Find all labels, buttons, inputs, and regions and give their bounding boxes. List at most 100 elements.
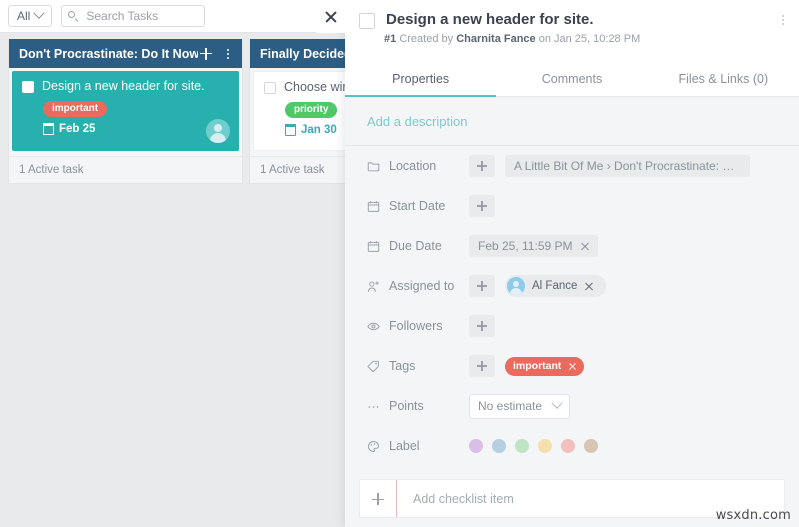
property-row-location: Location A Little Bit Of Me › Don't Proc… bbox=[345, 146, 799, 186]
label-swatch-red[interactable] bbox=[561, 439, 575, 453]
ellipsis-icon bbox=[367, 400, 380, 413]
person-add-icon bbox=[367, 280, 380, 293]
property-label-text: Followers bbox=[389, 319, 443, 333]
task-due-date: Feb 25 bbox=[42, 123, 229, 135]
task-tag-badge: priority bbox=[285, 102, 338, 118]
label-swatch-blue[interactable] bbox=[492, 439, 506, 453]
remove-tag-icon[interactable] bbox=[568, 362, 576, 370]
property-label: Start Date bbox=[367, 199, 469, 213]
label-icon bbox=[367, 440, 380, 453]
search-icon bbox=[68, 10, 79, 22]
property-label-text: Location bbox=[389, 159, 437, 173]
eye-icon bbox=[367, 320, 380, 333]
calendar-icon bbox=[284, 124, 297, 136]
property-label: Location bbox=[367, 159, 469, 173]
close-icon bbox=[324, 10, 337, 23]
close-panel-button[interactable] bbox=[316, 0, 345, 33]
assignee-name: Al Fance bbox=[532, 280, 578, 292]
detail-tabs: Properties Comments Files & Links (0) bbox=[345, 62, 799, 97]
property-label: Label bbox=[367, 439, 469, 453]
task-created-on: on Jan 25, 10:28 PM bbox=[538, 33, 641, 45]
filter-dropdown[interactable]: All bbox=[8, 5, 53, 27]
tab-files-links[interactable]: Files & Links (0) bbox=[648, 62, 799, 97]
kebab-menu-icon[interactable] bbox=[222, 47, 234, 61]
property-label: Assigned to bbox=[367, 279, 469, 293]
task-due-date-label: Jan 30 bbox=[301, 124, 337, 136]
property-row-label: Label bbox=[345, 426, 799, 466]
calendar-icon bbox=[367, 200, 380, 213]
tab-comments[interactable]: Comments bbox=[496, 62, 647, 97]
plus-icon[interactable] bbox=[360, 480, 396, 517]
property-label-text: Tags bbox=[389, 359, 416, 373]
kebab-menu-icon[interactable] bbox=[777, 13, 789, 27]
search-input[interactable] bbox=[84, 8, 199, 24]
task-tag-badge: important bbox=[43, 101, 108, 117]
plus-icon[interactable] bbox=[198, 46, 214, 62]
assignee-chip[interactable]: Al Fance bbox=[505, 275, 607, 297]
property-label: Points bbox=[367, 399, 469, 413]
page-title: Design a new header for site. bbox=[386, 11, 594, 28]
add-location-button[interactable] bbox=[469, 155, 495, 177]
filter-dropdown-label: All bbox=[17, 9, 31, 23]
created-by-label: Created by bbox=[399, 33, 454, 45]
points-select[interactable]: No estimate bbox=[469, 393, 570, 419]
chevron-down-icon bbox=[551, 397, 563, 409]
task-meta: #1 Created by Charnita Fance on Jan 25, … bbox=[384, 33, 785, 45]
label-swatch-brown[interactable] bbox=[584, 439, 598, 453]
label-swatch-purple[interactable] bbox=[469, 439, 483, 453]
task-due-date-label: Feb 25 bbox=[59, 123, 96, 135]
tag-chip[interactable]: important bbox=[505, 356, 585, 376]
task-author: Charnita Fance bbox=[456, 33, 536, 45]
due-date-chip-text: Feb 25, 11:59 PM bbox=[478, 239, 573, 253]
remove-assignee-icon[interactable] bbox=[584, 282, 593, 291]
chevron-down-icon bbox=[33, 7, 46, 19]
task-detail-panel: Design a new header for site. #1 Created… bbox=[345, 0, 799, 527]
due-date-chip[interactable]: Feb 25, 11:59 PM bbox=[469, 235, 598, 257]
column-title: Don't Procrastinate: Do It Now! bbox=[19, 46, 198, 61]
property-label: Due Date bbox=[367, 239, 469, 253]
watermark: wsxdn.com bbox=[715, 508, 791, 523]
label-swatch-yellow[interactable] bbox=[538, 439, 552, 453]
property-row-tags: Tags important bbox=[345, 346, 799, 386]
property-label-text: Start Date bbox=[389, 199, 446, 213]
add-description-link[interactable]: Add a description bbox=[367, 114, 467, 129]
detail-body: Add a description Location A Little Bit … bbox=[345, 97, 799, 527]
property-label-text: Due Date bbox=[389, 239, 442, 253]
task-detail-header: Design a new header for site. #1 Created… bbox=[345, 0, 799, 62]
add-start-date-button[interactable] bbox=[469, 195, 495, 217]
property-row-points: Points No estimate bbox=[345, 386, 799, 426]
description-section: Add a description bbox=[345, 97, 799, 146]
calendar-icon bbox=[367, 240, 380, 253]
property-row-assigned-to: Assigned to Al Fance bbox=[345, 266, 799, 306]
tab-properties[interactable]: Properties bbox=[345, 62, 497, 97]
task-checkbox[interactable] bbox=[22, 81, 34, 93]
remove-due-date-icon[interactable] bbox=[580, 242, 589, 251]
calendar-icon bbox=[42, 123, 55, 135]
column-header: Don't Procrastinate: Do It Now! bbox=[9, 39, 242, 68]
add-follower-button[interactable] bbox=[469, 315, 495, 337]
tag-icon bbox=[367, 360, 380, 373]
user-avatar bbox=[507, 277, 525, 295]
folder-icon bbox=[367, 160, 380, 173]
add-assignee-button[interactable] bbox=[469, 275, 495, 297]
location-chip-text: A Little Bit Of Me › Don't Procrastinate… bbox=[514, 159, 741, 173]
avatar bbox=[206, 119, 230, 143]
checklist-input[interactable] bbox=[411, 490, 784, 507]
location-chip[interactable]: A Little Bit Of Me › Don't Procrastinate… bbox=[505, 155, 750, 177]
board-column: Don't Procrastinate: Do It Now! Design a… bbox=[8, 39, 243, 184]
task-complete-checkbox[interactable] bbox=[359, 13, 375, 29]
column-footer: 1 Active task bbox=[9, 156, 242, 183]
property-label: Tags bbox=[367, 359, 469, 373]
property-label-text: Label bbox=[389, 439, 420, 453]
property-label: Followers bbox=[367, 319, 469, 333]
property-row-start-date: Start Date bbox=[345, 186, 799, 226]
label-swatches bbox=[469, 439, 598, 453]
tag-chip-text: important bbox=[513, 360, 562, 372]
property-row-due-date: Due Date Feb 25, 11:59 PM bbox=[345, 226, 799, 266]
add-tag-button[interactable] bbox=[469, 355, 495, 377]
search-box[interactable] bbox=[61, 5, 206, 27]
task-card[interactable]: Design a new header for site. important … bbox=[12, 71, 239, 151]
task-checkbox[interactable] bbox=[264, 82, 276, 94]
property-row-followers: Followers bbox=[345, 306, 799, 346]
label-swatch-green[interactable] bbox=[515, 439, 529, 453]
